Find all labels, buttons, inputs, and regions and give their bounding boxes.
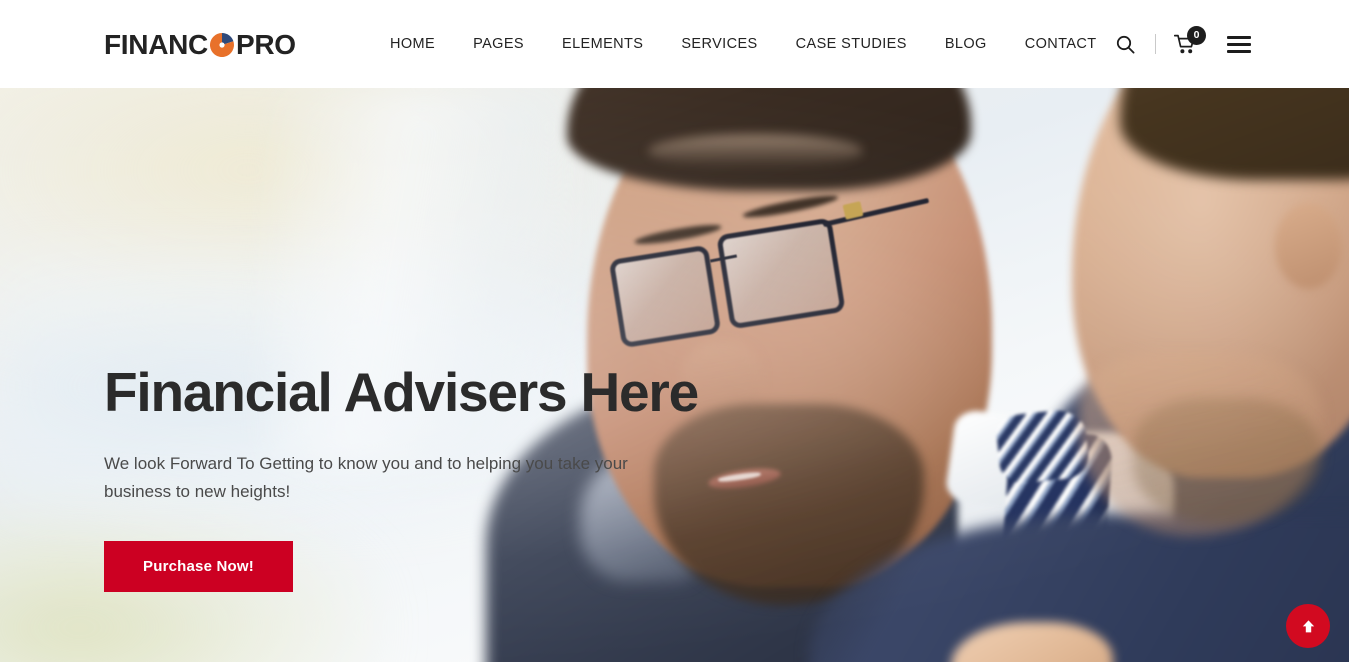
shopping-cart-icon[interactable]: 0 <box>1166 25 1206 55</box>
nav-item-case-studies[interactable]: CASE STUDIES <box>777 36 926 52</box>
pie-chart-logo-mark <box>209 32 235 58</box>
hero-section: Financial Advisers Here We look Forward … <box>0 88 1349 662</box>
header-tools: 0 <box>1106 0 1261 88</box>
main-navigation: HOME PAGES ELEMENTS SERVICES CASE STUDIE… <box>390 0 1116 88</box>
logo-text-primary: FINANC <box>104 29 208 60</box>
hamburger-bar <box>1227 35 1251 39</box>
site-logo[interactable]: FINANC PRO <box>104 30 296 60</box>
eyeglasses-left-lens <box>608 244 722 349</box>
eyeglasses-right-lens <box>716 217 846 330</box>
nav-item-blog[interactable]: BLOG <box>926 36 1006 52</box>
logo-text-secondary: PRO <box>235 29 296 60</box>
nav-item-contact[interactable]: CONTACT <box>1006 36 1116 52</box>
hamburger-menu-icon[interactable] <box>1217 35 1261 53</box>
necktie-knot <box>994 407 1091 486</box>
nav-item-elements[interactable]: ELEMENTS <box>543 36 662 52</box>
nav-item-home[interactable]: HOME <box>390 36 454 52</box>
foreground-man-ear <box>1274 202 1343 289</box>
hamburger-bar <box>1227 42 1251 46</box>
nav-item-services[interactable]: SERVICES <box>662 36 776 52</box>
cart-count-badge: 0 <box>1187 25 1206 45</box>
hero-subtitle: We look Forward To Getting to know you a… <box>104 454 628 501</box>
search-icon[interactable] <box>1106 35 1145 54</box>
header-divider <box>1155 34 1156 54</box>
nav-item-pages[interactable]: PAGES <box>454 36 543 52</box>
scroll-to-top-button[interactable] <box>1286 604 1330 648</box>
hero-title: Financial Advisers Here <box>104 361 699 423</box>
hamburger-bar <box>1227 49 1251 53</box>
site-header: FINANC PRO HOME PAGES ELEMENTS SERVICES … <box>0 0 1349 88</box>
arrow-up-icon <box>1302 619 1314 632</box>
purchase-now-button[interactable]: Purchase Now! <box>104 541 293 593</box>
hero-content: Financial Advisers Here We look Forward … <box>104 361 724 593</box>
